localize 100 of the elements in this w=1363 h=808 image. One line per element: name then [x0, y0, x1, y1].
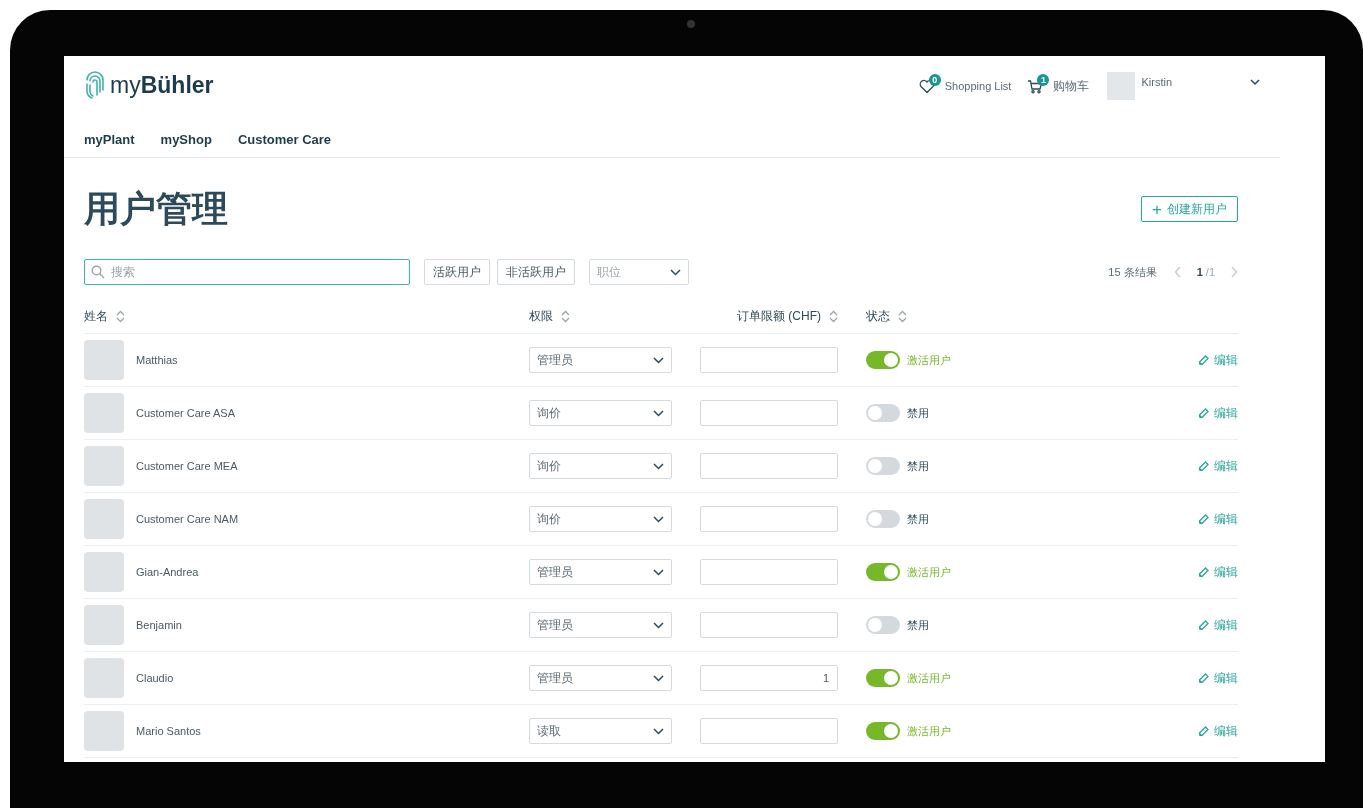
pencil-icon	[1198, 407, 1209, 419]
edit-link[interactable]: 编辑	[1198, 722, 1238, 740]
sort-icon[interactable]	[561, 310, 570, 323]
page-indicator: 1 /1	[1196, 266, 1215, 278]
filter-button[interactable]: 活跃用户	[424, 259, 490, 285]
edit-link[interactable]: 编辑	[1198, 616, 1238, 634]
status-toggle[interactable]	[866, 510, 900, 528]
pencil-icon	[1198, 619, 1209, 631]
column-header[interactable]: 权限	[529, 308, 553, 325]
column-header[interactable]: 订单限额 (CHF)	[737, 308, 821, 325]
count-badge: 0	[928, 74, 941, 86]
heart-icon	[918, 78, 935, 94]
user-name: Customer Care MEA	[136, 460, 238, 472]
permission-dropdown[interactable]: 询价	[529, 400, 672, 426]
chevron-down-icon	[653, 568, 664, 576]
pencil-icon	[1198, 566, 1209, 578]
cart-link[interactable]: 1 购物车	[1027, 77, 1090, 95]
permission-dropdown[interactable]: 询价	[529, 453, 672, 479]
chevron-left-icon[interactable]	[1173, 266, 1182, 278]
permission-dropdown[interactable]: 管理员	[529, 347, 672, 373]
status-label: 激活用户	[907, 723, 951, 739]
chevron-down-icon	[653, 356, 664, 364]
status-label: 激活用户	[907, 352, 951, 368]
user-avatar	[1107, 72, 1136, 100]
permission-dropdown[interactable]: 管理员	[529, 559, 672, 585]
cart-icon	[1027, 78, 1044, 94]
pencil-icon	[1198, 460, 1209, 472]
nav-link[interactable]: myPlant	[84, 132, 135, 147]
status-toggle[interactable]	[866, 669, 900, 687]
chevron-right-icon[interactable]	[1230, 266, 1238, 278]
chevron-down-icon[interactable]	[1250, 78, 1260, 86]
pencil-icon	[1198, 672, 1209, 684]
status-label: 激活用户	[907, 564, 951, 580]
permission-dropdown[interactable]: 读取	[529, 718, 672, 744]
sort-icon[interactable]	[898, 310, 907, 323]
order-limit-field[interactable]	[700, 347, 838, 373]
pencil-icon	[1198, 725, 1209, 737]
chevron-down-icon	[653, 674, 664, 682]
order-limit-field[interactable]	[700, 400, 838, 426]
user-name: Matthias	[136, 354, 178, 366]
search-icon	[91, 265, 105, 279]
order-limit-field[interactable]	[700, 612, 838, 638]
status-toggle[interactable]	[866, 457, 900, 475]
search-field[interactable]: 搜索	[84, 259, 410, 285]
order-limit-field[interactable]	[700, 559, 838, 585]
avatar-placeholder	[84, 393, 124, 433]
nav-link[interactable]: Customer Care	[237, 132, 332, 147]
column-header[interactable]: 状态	[866, 308, 890, 325]
avatar-placeholder	[84, 340, 124, 380]
avatar-placeholder	[84, 446, 124, 486]
permission-dropdown[interactable]: 管理员	[529, 612, 672, 638]
nav-link[interactable]: myShop	[160, 132, 212, 147]
avatar-placeholder	[84, 499, 124, 539]
chevron-down-icon	[670, 268, 681, 276]
chevron-down-icon	[653, 727, 664, 735]
avatar-placeholder	[84, 605, 124, 645]
status-label: 禁用	[907, 617, 929, 633]
status-toggle[interactable]	[866, 616, 900, 634]
filter-button[interactable]: 非活跃用户	[497, 259, 575, 285]
status-label: 禁用	[907, 511, 929, 527]
page-title: 用户管理	[84, 186, 228, 231]
chevron-down-icon	[653, 462, 664, 470]
edit-link[interactable]: 编辑	[1198, 563, 1238, 581]
status-toggle[interactable]	[866, 563, 900, 581]
permission-dropdown[interactable]: 询价	[529, 506, 672, 532]
edit-link[interactable]: 编辑	[1198, 351, 1238, 369]
user-name: Benjamin	[136, 619, 182, 631]
sort-icon[interactable]	[829, 310, 838, 323]
avatar-placeholder	[84, 552, 124, 592]
user-name: Gian-Andrea	[136, 566, 199, 578]
chevron-down-icon	[653, 409, 664, 417]
results-count: 15 条结果	[1108, 264, 1157, 280]
chevron-down-icon	[653, 515, 664, 523]
permission-dropdown[interactable]: 管理员	[529, 665, 672, 691]
edit-link[interactable]: 编辑	[1198, 669, 1238, 687]
column-header[interactable]: 姓名	[84, 308, 108, 325]
fingerprint-icon	[84, 70, 106, 100]
avatar-placeholder	[84, 658, 124, 698]
status-toggle[interactable]	[866, 351, 900, 369]
edit-link[interactable]: 编辑	[1198, 457, 1238, 475]
sort-icon[interactable]	[116, 310, 125, 323]
order-limit-field[interactable]: 1	[700, 665, 838, 691]
order-limit-field[interactable]	[700, 718, 838, 744]
status-toggle[interactable]	[866, 722, 900, 740]
user-name: Customer Care NAM	[136, 513, 239, 525]
order-limit-field[interactable]	[700, 453, 838, 479]
status-label: 激活用户	[907, 670, 951, 686]
user-name: Customer Care ASA	[136, 407, 236, 419]
status-toggle[interactable]	[866, 404, 900, 422]
status-label: 禁用	[907, 458, 929, 474]
order-limit-field[interactable]	[700, 506, 838, 532]
edit-link[interactable]: 编辑	[1198, 510, 1238, 528]
user-name[interactable]: Kirstin	[1141, 76, 1172, 88]
user-name: Claudio	[136, 672, 174, 684]
create-user-button[interactable]: + 创建新用户	[1141, 196, 1238, 222]
pencil-icon	[1198, 354, 1209, 366]
avatar-placeholder	[84, 711, 124, 751]
edit-link[interactable]: 编辑	[1198, 404, 1238, 422]
brand-logo-text: myBühler	[110, 71, 214, 99]
pencil-icon	[1198, 513, 1209, 525]
